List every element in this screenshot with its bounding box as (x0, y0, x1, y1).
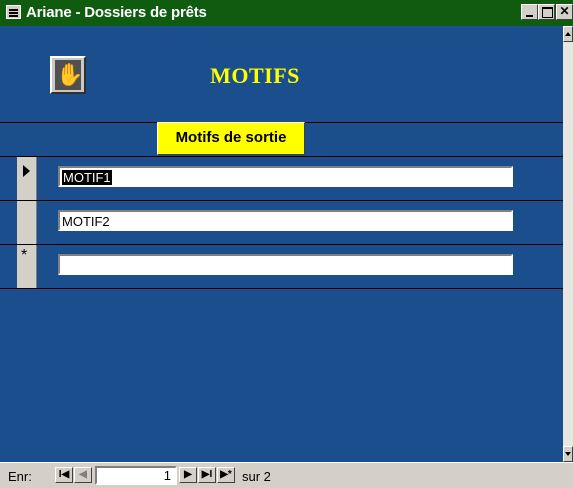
record-row-1: MOTIF1 (0, 157, 563, 201)
last-record-button[interactable]: ▶I (198, 467, 216, 483)
current-record-arrow-icon (23, 165, 30, 177)
record-selector[interactable] (17, 201, 37, 245)
motif-field-value: MOTIF2 (62, 214, 110, 229)
motif-field[interactable]: MOTIF1 (58, 166, 513, 187)
record-navigation-bar: Enr: I◀ ◀ 1 ▶ ▶I ▶* sur 2 (0, 462, 573, 488)
form-window-icon[interactable] (6, 5, 21, 19)
motif-field-new[interactable] (58, 254, 513, 275)
scroll-up-button[interactable] (563, 26, 573, 42)
maximize-button[interactable] (538, 4, 555, 20)
title-bar[interactable]: Ariane - Dossiers de prêts ✕ (0, 0, 573, 26)
minimize-button[interactable] (521, 4, 538, 20)
form-body: MOTIFS Motifs de sortie MOTIF1 MOTIF2 * (0, 26, 563, 462)
section-label-motifs-de-sortie: Motifs de sortie (157, 122, 305, 155)
record-selector[interactable]: * (17, 245, 37, 289)
current-record-input[interactable]: 1 (95, 466, 177, 485)
previous-record-button[interactable]: ◀ (74, 467, 92, 483)
next-record-button[interactable]: ▶ (179, 467, 197, 483)
record-selector[interactable] (17, 157, 37, 201)
row-divider (0, 288, 563, 289)
vertical-scrollbar[interactable] (563, 26, 573, 462)
motif-field[interactable]: MOTIF2 (58, 210, 513, 231)
hand-icon (50, 56, 86, 94)
new-record-row: * (0, 245, 563, 289)
record-row-2: MOTIF2 (0, 201, 563, 245)
navigation-label: Enr: (8, 469, 32, 484)
hand-icon-image (55, 60, 83, 90)
scroll-down-button[interactable] (563, 446, 573, 462)
new-record-star-icon: * (21, 247, 28, 264)
window-title: Ariane - Dossiers de prêts (26, 4, 207, 21)
access-form-window: Ariane - Dossiers de prêts ✕ MOTIFS Moti… (0, 0, 573, 488)
record-total: sur 2 (242, 469, 271, 484)
form-header-title: MOTIFS (210, 63, 300, 88)
motif-field-value: MOTIF1 (62, 170, 112, 185)
close-button[interactable]: ✕ (556, 4, 573, 20)
first-record-button[interactable]: I◀ (55, 467, 73, 483)
new-record-button[interactable]: ▶* (217, 467, 235, 483)
